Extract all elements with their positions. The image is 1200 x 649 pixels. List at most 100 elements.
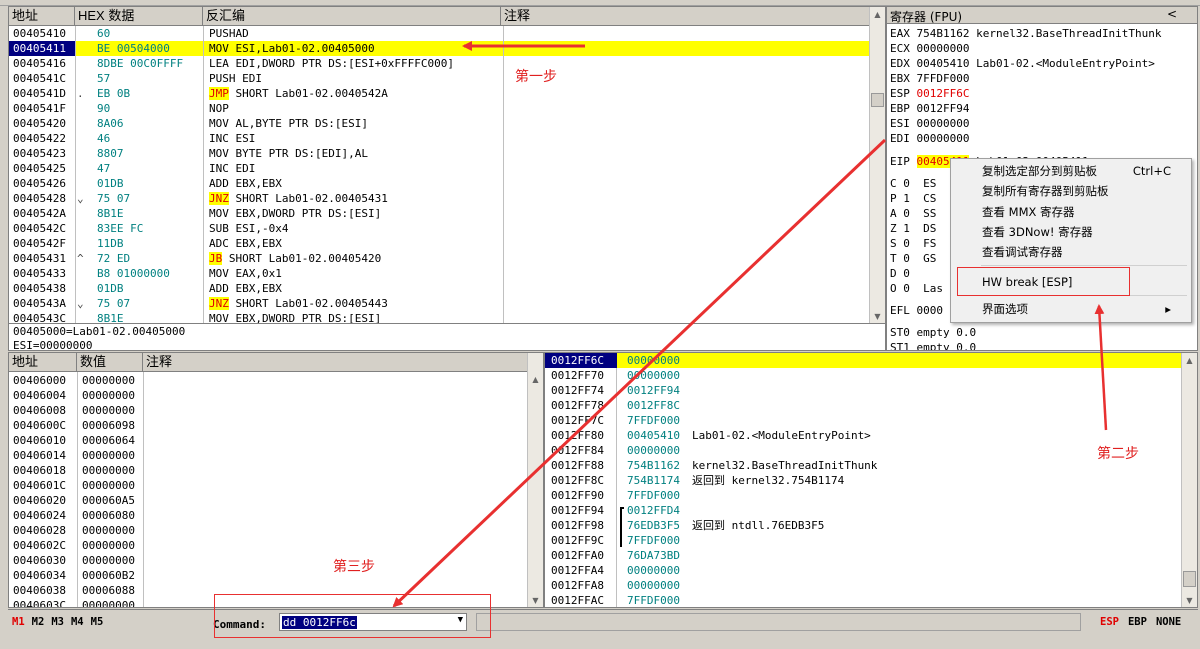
flag-row[interactable]: O 0 Las xyxy=(890,281,943,296)
dump-row[interactable]: 00406028 00000000 xyxy=(9,523,529,538)
stack-row[interactable]: 0012FF6C 00000000 xyxy=(545,353,1181,368)
register-row-ebp[interactable]: EBP 0012FF94 xyxy=(890,101,976,116)
disasm-row[interactable]: 0040542F 11DB ADC EBX,EBX xyxy=(9,236,871,251)
stack-scrollbar[interactable]: ▲ ▼ xyxy=(1181,353,1197,607)
disasm-row[interactable]: 00405425 47 INC EDI xyxy=(9,161,871,176)
dump-row[interactable]: 00406008 00000000 xyxy=(9,403,529,418)
disasm-row[interactable]: 00405411 BE 00504000 MOV ESI,Lab01-02.0040… xyxy=(9,41,871,56)
stack-row[interactable]: 0012FF98 76EDB3F5 返回到 ntdll.76EDB3F5 xyxy=(545,518,1181,533)
dump-row[interactable]: 0040601C 00000000 xyxy=(9,478,529,493)
flag-value[interactable]: 0 xyxy=(903,282,910,295)
column-address[interactable]: 地址 xyxy=(9,7,75,25)
disasm-row[interactable]: 0040543C 8B1E MOV EBX,DWORD PTR DS:[ESI] xyxy=(9,311,871,323)
stack-row[interactable]: 0012FFA4 00000000 xyxy=(545,563,1181,578)
disasm-row[interactable]: 0040541D. EB 0B JMP SHORT Lab01-02.0040542… xyxy=(9,86,871,101)
disassembly-scrollbar[interactable]: ▲ ▼ xyxy=(869,7,885,323)
disasm-row[interactable]: 0040542C 83EE FC SUB ESI,-0x4 xyxy=(9,221,871,236)
register-row-eax[interactable]: EAX 754B1162 kernel32.BaseThreadInitThun… xyxy=(890,26,1162,41)
memory-tab-m5[interactable]: M5 xyxy=(91,616,104,628)
dump-row[interactable]: 0040602C 00000000 xyxy=(9,538,529,553)
disasm-row[interactable]: 00405433 B8 01000000 MOV EAX,0x1 xyxy=(9,266,871,281)
disasm-row[interactable]: 00405438 01DB ADD EBX,EBX xyxy=(9,281,871,296)
stack-row[interactable]: 0012FFA8 00000000 xyxy=(545,578,1181,593)
flag-row[interactable]: Z 1 DS xyxy=(890,221,936,236)
memory-dump-pane[interactable]: 地址 数值 注释 00406000 00000000 00406004 0000000… xyxy=(8,352,544,608)
flag-row[interactable]: A 0 SS xyxy=(890,206,936,221)
scroll-down-icon[interactable]: ▼ xyxy=(1182,593,1197,607)
register-value[interactable]: 00000000 xyxy=(917,42,970,55)
dump-row[interactable]: 00406010 00006064 xyxy=(9,433,529,448)
stack-row[interactable]: 0012FFAC 7FFDF000 xyxy=(545,593,1181,607)
flag-row[interactable]: D 0 xyxy=(890,266,923,281)
register-row-esp[interactable]: ESP 0012FF6C xyxy=(890,86,976,101)
register-row-esi[interactable]: ESI 00000000 xyxy=(890,116,976,131)
dump-column-comment[interactable]: 注释 xyxy=(143,353,529,371)
stack-row[interactable]: 0012FF8C 754B1174 返回到 kernel32.754B1174 xyxy=(545,473,1181,488)
stack-row[interactable]: 0012FF9C 7FFDF000 xyxy=(545,533,1181,548)
stack-row[interactable]: 0012FF74 0012FF94 xyxy=(545,383,1181,398)
collapse-icon[interactable]: < xyxy=(1167,7,1177,21)
register-row-ecx[interactable]: ECX 00000000 xyxy=(890,41,976,56)
disasm-row[interactable]: 00405410 60 PUSHAD xyxy=(9,26,871,41)
column-disassembly[interactable]: 反汇编 xyxy=(203,7,501,25)
register-value[interactable]: 00000000 xyxy=(917,132,970,145)
menu-item[interactable]: 查看 MMX 寄存器 xyxy=(951,202,1191,222)
stack-row[interactable]: 0012FF90 7FFDF000 xyxy=(545,488,1181,503)
dump-column-value[interactable]: 数值 xyxy=(77,353,143,371)
register-value[interactable]: 0012FF6C xyxy=(917,87,970,100)
disasm-row[interactable]: 00405428 ⌄ 75 07 JNZ SHORT Lab01-02.0040543… xyxy=(9,191,871,206)
stack-row[interactable]: 0012FFA0 76DA73BD xyxy=(545,548,1181,563)
scroll-up-icon[interactable]: ▲ xyxy=(1182,353,1197,368)
dump-row[interactable]: 0040600C 00006098 xyxy=(9,418,529,433)
dump-row[interactable]: 00406018 00000000 xyxy=(9,463,529,478)
flag-value[interactable]: 0 xyxy=(903,252,910,265)
flag-value[interactable]: 1 xyxy=(903,192,910,205)
stack-row[interactable]: 0012FF70 00000000 xyxy=(545,368,1181,383)
register-row-ebx[interactable]: EBX 7FFDF000 xyxy=(890,71,976,86)
fpu-row[interactable]: ST1 empty 0.0 xyxy=(890,340,976,350)
scroll-thumb[interactable] xyxy=(1183,571,1196,587)
memory-tab-m4[interactable]: M4 xyxy=(71,616,84,628)
dump-row[interactable]: 00406014 00000000 xyxy=(9,448,529,463)
disasm-row[interactable]: 0040541C 57 PUSH EDI xyxy=(9,71,871,86)
disassembly-pane[interactable]: 地址 HEX 数据 反汇编 注释 00405410 60 PUSHAD 0040541… xyxy=(8,6,886,324)
stack-row[interactable]: 0012FF7C 7FFDF000 xyxy=(545,413,1181,428)
disasm-row[interactable]: 00405420 8A06 MOV AL,BYTE PTR DS:[ESI] xyxy=(9,116,871,131)
flag-row[interactable]: S 0 FS xyxy=(890,236,936,251)
column-comment[interactable]: 注释 xyxy=(501,7,871,25)
stack-row[interactable]: 0012FF80 00405410 Lab01-02.<ModuleEntryPoi… xyxy=(545,428,1181,443)
dump-row[interactable]: 00406004 00000000 xyxy=(9,388,529,403)
dump-row[interactable]: 00406000 00000000 xyxy=(9,373,529,388)
dump-scrollbar[interactable]: ▲ ▼ xyxy=(527,353,543,607)
flag-value[interactable]: 0 xyxy=(903,267,910,280)
scroll-down-icon[interactable]: ▼ xyxy=(528,593,543,607)
scroll-up-icon[interactable]: ▲ xyxy=(528,372,543,387)
menu-item[interactable]: 复制所有寄存器到剪贴板 xyxy=(951,181,1191,201)
dump-row[interactable]: 00406030 00000000 xyxy=(9,553,529,568)
disasm-row[interactable]: 00405422 46 INC ESI xyxy=(9,131,871,146)
scroll-thumb[interactable] xyxy=(871,93,884,107)
stack-row[interactable]: 0012FF88 754B1162 kernel32.BaseThreadInitT… xyxy=(545,458,1181,473)
register-value[interactable]: 0012FF94 xyxy=(917,102,970,115)
register-value[interactable]: 00000000 xyxy=(917,117,970,130)
menu-item[interactable]: 复制选定部分到剪贴板 Ctrl+C xyxy=(951,161,1191,181)
flag-value[interactable]: 0 xyxy=(903,237,910,250)
memory-tab-m2[interactable]: M2 xyxy=(32,616,45,628)
fpu-row[interactable]: ST0 empty 0.0 xyxy=(890,325,976,340)
menu-item[interactable]: 查看 3DNow! 寄存器 xyxy=(951,222,1191,242)
menu-item[interactable]: 查看调试寄存器 xyxy=(951,242,1191,262)
flag-value[interactable]: 0 xyxy=(903,207,910,220)
dump-row[interactable]: 00406024 00006080 xyxy=(9,508,529,523)
stack-pane[interactable]: 0012FF6C 00000000 0012FF70 00000000 0012FF74… xyxy=(544,352,1198,608)
flag-row[interactable]: P 1 CS xyxy=(890,191,936,206)
disasm-row[interactable]: 00405431 ^ 72 ED JB SHORT Lab01-02.00405420 xyxy=(9,251,871,266)
stack-row[interactable]: 0012FF78 0012FF8C xyxy=(545,398,1181,413)
scroll-down-icon[interactable]: ▼ xyxy=(870,309,885,323)
menu-item[interactable]: 界面选项 ▸ xyxy=(951,299,1191,319)
disasm-row[interactable]: 0040543A ⌄ 75 07 JNZ SHORT Lab01-02.0040544… xyxy=(9,296,871,311)
dump-row[interactable]: 00406020 000060A5 xyxy=(9,493,529,508)
disasm-row[interactable]: 0040541F 90 NOP xyxy=(9,101,871,116)
flag-row[interactable]: C 0 ES xyxy=(890,176,936,191)
column-hex[interactable]: HEX 数据 xyxy=(75,7,203,25)
stack-row[interactable]: 0012FF84 00000000 xyxy=(545,443,1181,458)
